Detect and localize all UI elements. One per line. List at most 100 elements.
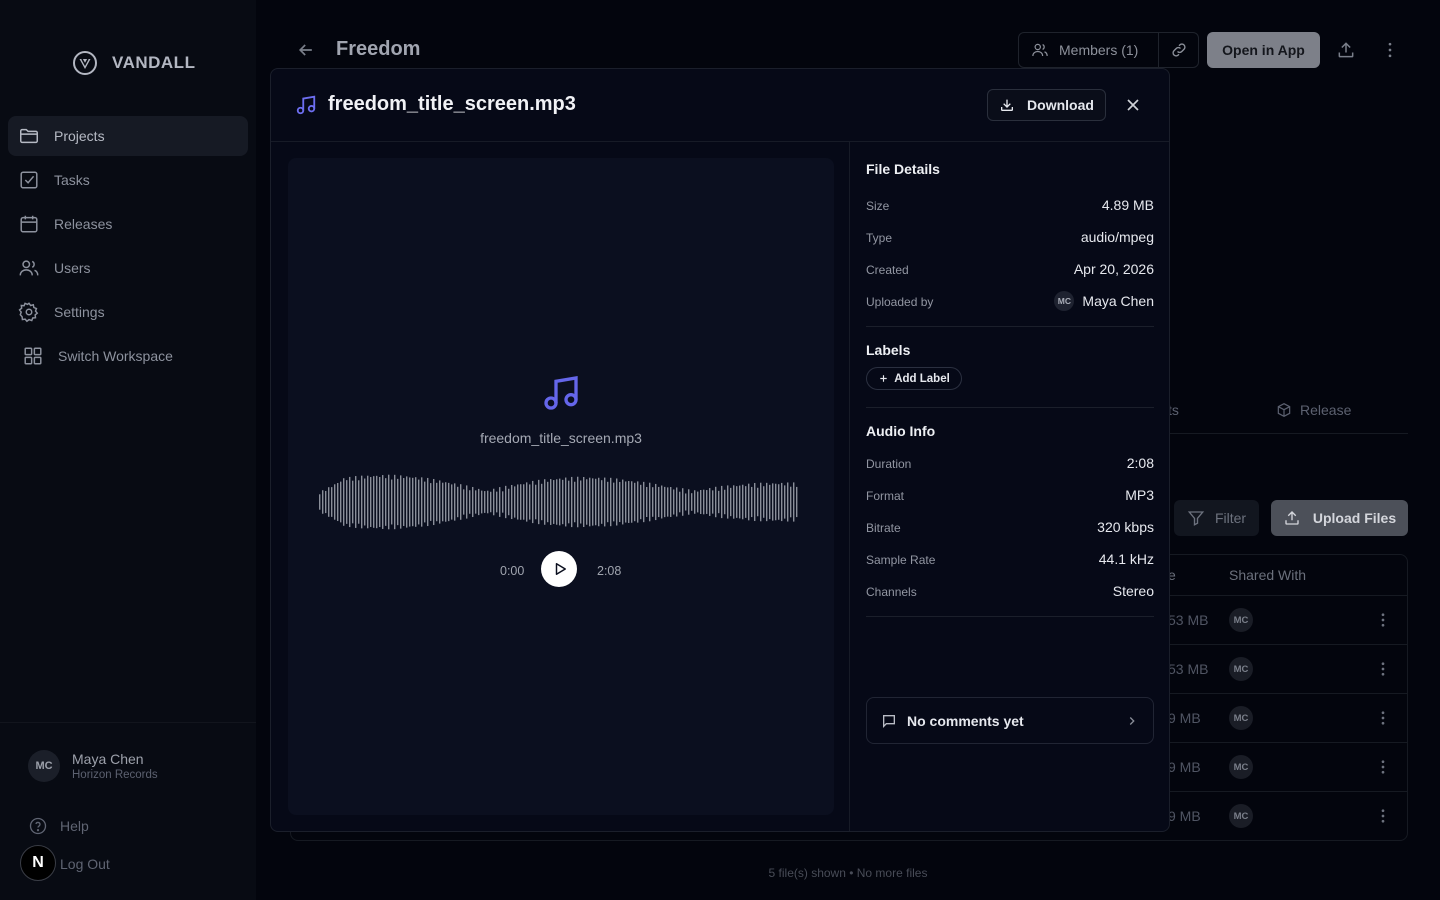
- copy-link-button[interactable]: [1159, 41, 1198, 59]
- waveform-bar: [565, 477, 567, 527]
- add-label-button[interactable]: Add Label: [866, 367, 962, 390]
- waveform-bar: [544, 479, 546, 525]
- add-label-text: Add Label: [894, 372, 950, 385]
- waveform-bar: [472, 486, 474, 518]
- sidebar-item-label: Switch Workspace: [58, 348, 173, 364]
- filter-label: Filter: [1214, 510, 1247, 526]
- waveform-bar: [340, 481, 342, 523]
- filter-icon: [1187, 511, 1205, 526]
- back-arrow-icon[interactable]: [296, 40, 316, 60]
- upload-files-button[interactable]: Upload Files: [1271, 500, 1408, 536]
- shared-avatar: MC: [1229, 755, 1253, 779]
- filter-button[interactable]: Filter: [1174, 500, 1259, 536]
- row-divider: [1170, 644, 1408, 645]
- comments-button[interactable]: No comments yet: [866, 697, 1154, 744]
- members-label: Members (1): [1059, 42, 1139, 58]
- more-vertical-icon[interactable]: [1374, 660, 1392, 678]
- waveform-bar: [796, 486, 798, 518]
- sidebar-item-releases[interactable]: Releases: [8, 204, 248, 244]
- waveform-bar: [337, 482, 339, 522]
- waveform-bar: [574, 481, 576, 523]
- more-vertical-icon[interactable]: [1374, 807, 1392, 825]
- users-icon: [1032, 43, 1048, 57]
- sidebar-item-settings[interactable]: Settings: [8, 292, 248, 332]
- waveform-bar: [664, 486, 666, 518]
- waveform-bar: [349, 476, 351, 528]
- user-org: Horizon Records: [72, 769, 158, 781]
- sidebar-item-switch-workspace[interactable]: Switch Workspace: [8, 336, 248, 376]
- total-time: 2:08: [597, 564, 622, 578]
- waveform-bar: [658, 486, 660, 518]
- more-vertical-icon[interactable]: [1374, 611, 1392, 629]
- more-vertical-icon[interactable]: [1380, 40, 1400, 60]
- waveform-bar: [616, 478, 618, 526]
- brand[interactable]: VANDALL: [72, 50, 195, 76]
- open-in-app-button[interactable]: Open in App: [1207, 32, 1320, 68]
- duration-value: 2:08: [1126, 455, 1154, 471]
- waveform-bar: [790, 486, 792, 518]
- waveform-bar: [457, 486, 459, 518]
- checkbox-icon: [20, 171, 38, 189]
- sidebar-item-label: Users: [54, 260, 91, 276]
- waveform-bar: [532, 480, 534, 524]
- waveform-bar: [688, 489, 690, 515]
- waveform-bar: [355, 476, 357, 528]
- waveform-bar: [613, 482, 615, 522]
- uploaded-by-value: MC Maya Chen: [1054, 291, 1154, 311]
- waveform-bar: [592, 478, 594, 526]
- waveform-bar: [667, 487, 669, 517]
- user-card[interactable]: MC Maya Chen Horizon Records: [28, 750, 158, 782]
- waveform-bar: [556, 479, 558, 525]
- waveform-bar: [436, 482, 438, 522]
- waveform-bar: [766, 482, 768, 522]
- audio-info-title: Audio Info: [866, 423, 936, 439]
- row-divider: [1170, 693, 1408, 694]
- preview-filename: freedom_title_screen.mp3: [480, 430, 642, 446]
- waveform-bar: [442, 482, 444, 522]
- waveform-bar: [439, 480, 441, 524]
- waveform-bar: [649, 482, 651, 522]
- sidebar-item-projects[interactable]: Projects: [8, 116, 248, 156]
- tab-release[interactable]: Release: [1276, 402, 1351, 418]
- waveform-bar: [601, 480, 603, 524]
- waveform-bar: [421, 477, 423, 527]
- waveform-bar: [676, 487, 678, 517]
- avatar: MC: [1054, 291, 1075, 311]
- music-note-icon: [296, 95, 316, 115]
- waveform-bar: [325, 490, 327, 514]
- waveform-bar: [424, 481, 426, 523]
- waveform-bar: [487, 490, 489, 514]
- waveform-bar: [370, 477, 372, 527]
- waveform-bar: [652, 487, 654, 517]
- waveform-bar: [466, 485, 468, 519]
- help-link[interactable]: Help: [28, 816, 89, 836]
- close-icon[interactable]: [1123, 95, 1143, 115]
- more-vertical-icon[interactable]: [1374, 709, 1392, 727]
- waveform-bar: [562, 479, 564, 525]
- waveform-bar: [571, 476, 573, 528]
- created-value: Apr 20, 2026: [1073, 261, 1154, 277]
- waveform-bar: [328, 487, 330, 517]
- tabs-divider: [1170, 433, 1408, 434]
- waveform-bar: [754, 482, 756, 522]
- download-button[interactable]: Download: [987, 89, 1106, 121]
- waveform-bar: [772, 483, 774, 521]
- waveform-bar: [481, 490, 483, 514]
- waveform-bar: [499, 487, 501, 517]
- waveform-bar: [409, 477, 411, 527]
- waveform-bar: [526, 482, 528, 522]
- more-vertical-icon[interactable]: [1374, 758, 1392, 776]
- waveform-bar: [706, 490, 708, 514]
- sidebar-item-users[interactable]: Users: [8, 248, 248, 288]
- waveform[interactable]: [319, 474, 799, 530]
- page-title: Freedom: [336, 38, 421, 60]
- members-button[interactable]: Members (1): [1018, 32, 1199, 68]
- waveform-bar: [394, 474, 396, 530]
- sidebar-item-tasks[interactable]: Tasks: [8, 160, 248, 200]
- shared-avatar: MC: [1229, 657, 1253, 681]
- share-upload-icon[interactable]: [1336, 40, 1356, 60]
- waveform-bar: [448, 482, 450, 522]
- waveform-bar: [358, 480, 360, 524]
- play-button[interactable]: [541, 551, 577, 587]
- waveform-bar: [331, 487, 333, 517]
